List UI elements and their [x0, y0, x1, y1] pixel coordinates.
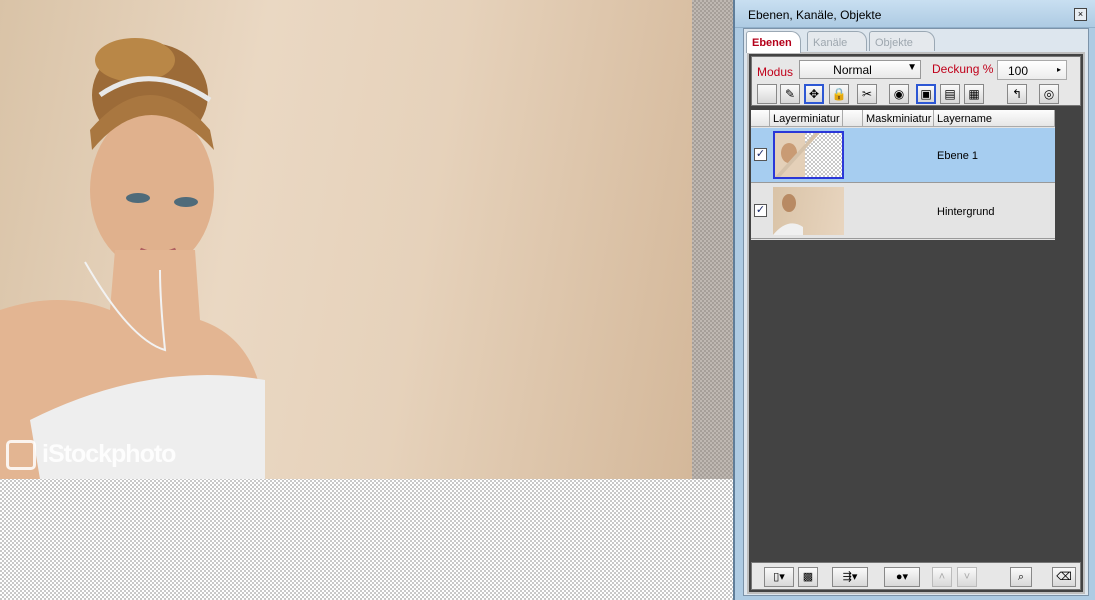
new-layer-icon[interactable]: ▯▾: [764, 567, 794, 587]
tab-objekte[interactable]: Objekte: [869, 31, 935, 51]
header-layerminiatur[interactable]: Layerminiatur: [770, 110, 843, 127]
header-visibility: [751, 110, 770, 127]
visibility-checkbox[interactable]: ✓: [754, 204, 767, 217]
tab-ebenen[interactable]: Ebenen: [746, 31, 801, 53]
layer-row[interactable]: ✓ Ebene 1: [751, 128, 1055, 183]
layer-row[interactable]: ✓ Hintergrund: [751, 184, 1055, 239]
camera-icon: [6, 440, 36, 471]
layer-thumbnail[interactable]: [773, 131, 844, 179]
canvas-edge-shadow: [692, 0, 733, 479]
layers-panel: Ebenen, Kanäle, Objekte × Ebenen Kanäle …: [733, 0, 1095, 600]
panel-titlebar[interactable]: Ebenen, Kanäle, Objekte ×: [735, 0, 1095, 28]
layer-toolbar: Modus Normal ▼ Deckung % 100 ▸ ✎ ✥ 🔒 ✂ ◉…: [751, 56, 1081, 106]
opacity-label: Deckung %: [932, 62, 994, 76]
visibility-checkbox[interactable]: ✓: [754, 148, 767, 161]
image-canvas[interactable]: iStockphoto: [0, 0, 733, 600]
photo-layer: iStockphoto: [0, 0, 692, 479]
opacity-value: 100: [1008, 64, 1029, 78]
modus-label: Modus: [757, 65, 794, 79]
opacity-input[interactable]: 100 ▸: [997, 60, 1067, 80]
zoom-icon[interactable]: ⌕: [1010, 567, 1032, 587]
portrait-image: [0, 38, 265, 479]
layers-content: Modus Normal ▼ Deckung % 100 ▸ ✎ ✥ 🔒 ✂ ◉…: [747, 52, 1085, 594]
blend-icon[interactable]: ⇶▾: [832, 567, 868, 587]
eye-icon[interactable]: ◉: [889, 84, 909, 104]
document-icon[interactable]: ▦: [964, 84, 984, 104]
tab-kanaele[interactable]: Kanäle: [807, 31, 867, 51]
thumbnail-image: [775, 133, 820, 177]
header-maskminiatur[interactable]: Maskminiatur: [863, 110, 934, 127]
transparency-lock-icon[interactable]: [757, 84, 777, 104]
lock-icon[interactable]: 🔒: [829, 84, 849, 104]
image-mask-icon[interactable]: ▤: [940, 84, 960, 104]
layer-thumbnail[interactable]: [773, 187, 844, 235]
image-icon[interactable]: ▣: [916, 84, 936, 104]
thumbnail-image: [773, 194, 803, 235]
layer-name: Ebene 1: [937, 150, 978, 162]
layer-bottom-bar: ▯▾ ▩ ⇶▾ ●▾ ˄ ˅ ⌕ ⌫: [751, 562, 1081, 590]
scissors-icon[interactable]: ✂: [857, 84, 877, 104]
panel-body: Ebenen Kanäle Objekte Modus Normal ▼ Dec…: [743, 28, 1089, 596]
header-layername[interactable]: Layername: [934, 110, 1055, 127]
panel-title: Ebenen, Kanäle, Objekte: [748, 8, 882, 22]
up-icon[interactable]: ˄: [932, 567, 952, 587]
trash-icon[interactable]: ⌫: [1052, 567, 1076, 587]
layer-name: Hintergrund: [937, 206, 995, 218]
close-icon[interactable]: ×: [1074, 8, 1087, 21]
eye-outline-icon[interactable]: ◎: [1039, 84, 1059, 104]
chevron-down-icon: ▼: [907, 62, 917, 73]
down-icon[interactable]: ˅: [957, 567, 977, 587]
circle-icon[interactable]: ●▾: [884, 567, 920, 587]
layers-table: Layerminiatur Maskminiatur Layername ✓ E…: [751, 110, 1055, 240]
istockphoto-watermark: iStockphoto: [6, 440, 176, 471]
swap-icon[interactable]: ↰: [1007, 84, 1027, 104]
brush-lock-icon[interactable]: ✎: [780, 84, 800, 104]
blend-mode-select[interactable]: Normal ▼: [799, 60, 921, 79]
move-icon[interactable]: ✥: [804, 84, 824, 104]
header-spacer: [843, 110, 863, 127]
mask-icon[interactable]: ▩: [798, 567, 818, 587]
blend-mode-value: Normal: [833, 63, 872, 77]
chevron-right-icon[interactable]: ▸: [1057, 65, 1061, 74]
